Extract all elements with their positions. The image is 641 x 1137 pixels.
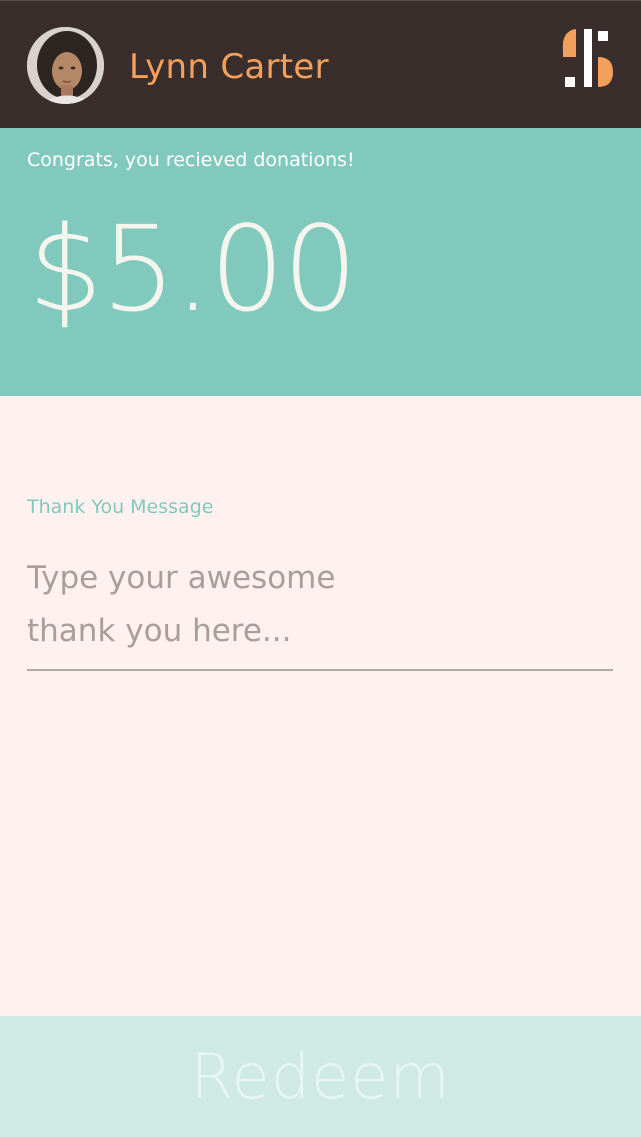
user-avatar[interactable]: [27, 27, 104, 104]
donation-amount: $5.00: [28, 200, 358, 338]
avatar-photo-icon: [27, 27, 104, 104]
dollar-logo-icon[interactable]: [560, 27, 614, 89]
donation-summary: Congrats, you recieved donations! $5.00: [0, 128, 641, 396]
thank-you-message-input[interactable]: [27, 552, 613, 671]
thank-you-label: Thank You Message: [27, 496, 214, 518]
congrats-message: Congrats, you recieved donations!: [27, 149, 355, 171]
app-header: Lynn Carter: [0, 0, 641, 128]
redeem-button[interactable]: Redeem: [0, 1016, 641, 1137]
user-name: Lynn Carter: [129, 47, 329, 87]
